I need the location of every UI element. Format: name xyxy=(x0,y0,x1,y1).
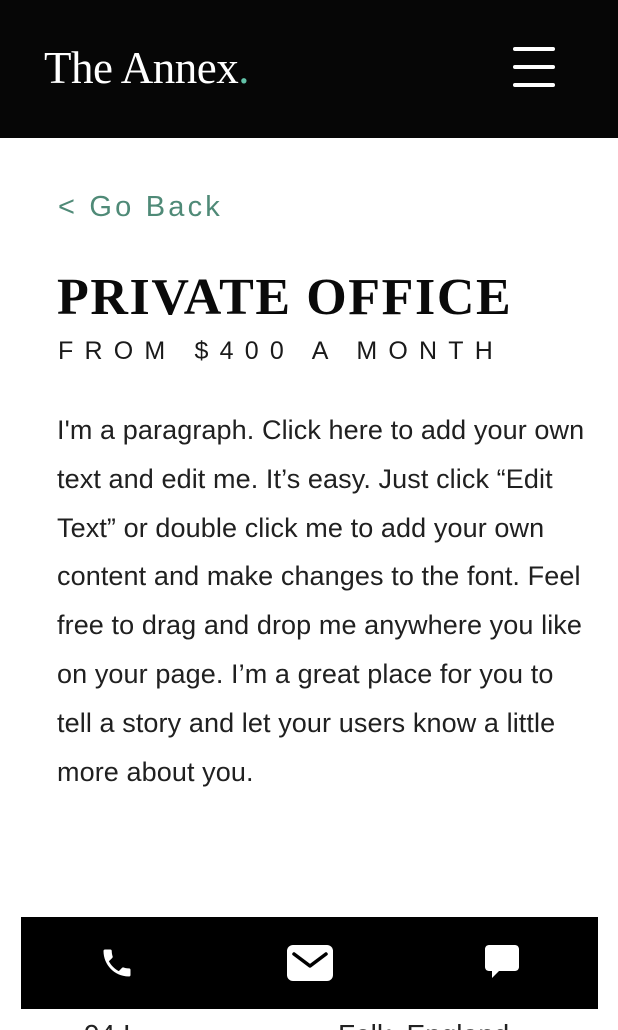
email-icon xyxy=(287,945,333,981)
go-back-link[interactable]: < Go Back xyxy=(58,188,223,226)
page-title: PRIVATE OFFICE xyxy=(57,269,513,326)
phone-button[interactable] xyxy=(67,917,167,1009)
email-button[interactable] xyxy=(260,917,360,1009)
logo-dot: . xyxy=(238,43,249,93)
description-paragraph: I'm a paragraph. Click here to add your … xyxy=(57,415,585,787)
chat-icon xyxy=(485,945,519,978)
logo-text: The Annex xyxy=(44,43,239,93)
menu-line-bottom xyxy=(513,83,555,87)
price-subtitle: FROM $400 A MONTH xyxy=(58,337,505,365)
site-logo[interactable]: The Annex. xyxy=(44,40,249,96)
menu-line-middle xyxy=(513,65,555,69)
site-header: The Annex. xyxy=(0,0,618,138)
footer-address-peek: 94 I Folk, England xyxy=(0,1010,618,1030)
footer-address-left: 94 I xyxy=(84,1018,131,1030)
hamburger-menu-icon[interactable] xyxy=(508,44,560,92)
footer-address-right: Folk, England xyxy=(338,1018,509,1030)
contact-bar xyxy=(21,917,598,1009)
phone-icon xyxy=(103,949,131,977)
chat-button[interactable] xyxy=(452,917,552,1009)
menu-line-top xyxy=(513,47,555,51)
